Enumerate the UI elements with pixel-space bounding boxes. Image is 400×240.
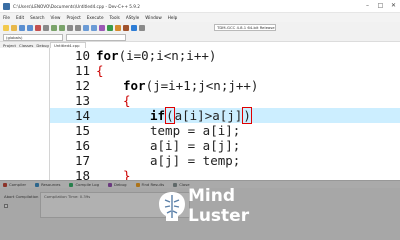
keyword-token: if [150,108,166,123]
code-line[interactable]: 16 a[i] = a[j]; [50,138,400,153]
menu-file[interactable]: File [3,15,10,20]
menu-bar: File Edit Search View Project Execute To… [0,13,400,22]
close-button[interactable]: ✕ [387,0,400,12]
code-editor[interactable]: 10 for(i=0;i<n;i++) 11{12 for(j=i+1;j<n;j++… [50,48,400,180]
open-file-icon[interactable] [11,24,17,31]
code-line[interactable]: 17 a[j] = temp; [50,153,400,168]
code-line[interactable]: 13 { [50,93,400,108]
code-token: a[i]>a[j] [174,108,243,123]
code-text: for(i=0;i<n;i++) [96,48,216,63]
code-token: (j=i+1;j<n;j++) [145,78,259,93]
code-line[interactable]: 11 { [50,63,400,78]
code-line[interactable]: 12 for(j=i+1;j<n;j++) [50,78,400,93]
scope-select[interactable]: (globals) [3,34,63,41]
minimize-button[interactable]: – [361,0,374,12]
undo-icon[interactable] [51,24,57,31]
unindent-icon[interactable] [91,24,97,31]
menu-project[interactable]: Project [66,15,80,20]
compile-icon[interactable] [99,24,105,31]
code-line[interactable]: 14 if(a[i]>a[j]) [50,107,400,124]
line-number: 15 [74,123,90,138]
maximize-button[interactable]: □ [374,0,387,12]
compile-run-icon[interactable] [115,24,121,31]
code-text: temp = a[i]; [150,123,240,138]
code-line[interactable]: 10 for(i=0;i<n;i++) [50,48,400,63]
devcpp-app-icon [3,2,10,10]
keyword-token: for [123,78,146,93]
redo-icon[interactable] [59,24,65,31]
code-text: { [123,93,131,108]
scope-toolbar: (globals) [0,33,400,42]
code-token: a[i] = a[j]; [150,138,241,153]
line-number: 14 [74,108,90,123]
keyword-token: for [96,48,119,63]
code-line[interactable]: 18} [50,168,400,180]
debug-icon[interactable] [131,24,137,31]
code-token: { [123,93,131,108]
code-token: } [123,168,131,180]
window-controls: – □ ✕ [361,0,400,12]
code-text: a[j] = temp; [150,153,240,168]
menu-tools[interactable]: Tools [110,15,120,20]
title-bar: C:\Users\LENOVO\Documents\Untitled4.cpp … [0,0,400,13]
code-token: a[j] = temp; [150,153,241,168]
run-icon[interactable] [107,24,113,31]
new-file-icon[interactable] [3,24,9,31]
code-text: } [123,168,131,180]
window-title: C:\Users\LENOVO\Documents\Untitled4.cpp … [13,3,140,9]
code-token: { [96,63,104,78]
compiler-select[interactable]: TDM-GCC 4.8.1 64-bit Release [214,24,276,31]
menu-astyle[interactable]: AStyle [126,15,139,20]
line-number: 17 [74,153,90,168]
matched-paren-token: ) [242,107,252,124]
code-text: { [96,63,104,78]
mindluster-logo: Mind Luster [154,186,254,230]
code-token: (i=0;i<n;i++) [118,48,217,63]
rebuild-icon[interactable] [123,24,129,31]
code-line[interactable]: 15 temp = a[i]; [50,123,400,138]
code-text: for(j=i+1;j<n;j++) [123,78,258,93]
tab-project[interactable]: Project [3,43,16,48]
save-icon[interactable] [19,24,25,31]
logo-text-luster: Luster [188,206,250,226]
menu-view[interactable]: View [51,15,61,20]
member-select[interactable] [66,34,126,41]
logo-text-mind: Mind [188,186,236,206]
menu-execute[interactable]: Execute [87,15,104,20]
profile-icon[interactable] [139,24,145,31]
menu-window[interactable]: Window [145,15,162,20]
menu-search[interactable]: Search [30,15,44,20]
print-icon[interactable] [43,24,49,31]
replace-icon[interactable] [75,24,81,31]
line-number: 18 [74,168,90,180]
menu-edit[interactable]: Edit [16,15,24,20]
project-panel [0,48,50,180]
close-file-icon[interactable] [35,24,41,31]
code-text: a[i] = a[j]; [150,138,240,153]
tab-classes[interactable]: Classes [19,43,33,48]
indent-icon[interactable] [83,24,89,31]
line-number: 12 [74,78,90,93]
find-icon[interactable] [67,24,73,31]
code-token: temp = a[i]; [150,123,241,138]
tab-debug[interactable]: Debug [36,43,49,48]
line-number: 11 [74,63,90,78]
line-number: 10 [74,48,90,63]
save-all-icon[interactable] [27,24,33,31]
line-number: 13 [74,93,90,108]
main-toolbar [0,22,400,33]
matched-paren-token: ( [165,107,175,124]
code-text: if(a[i]>a[j]) [150,107,252,124]
brain-icon [159,192,185,221]
line-number: 16 [74,138,90,153]
menu-help[interactable]: Help [168,15,178,20]
